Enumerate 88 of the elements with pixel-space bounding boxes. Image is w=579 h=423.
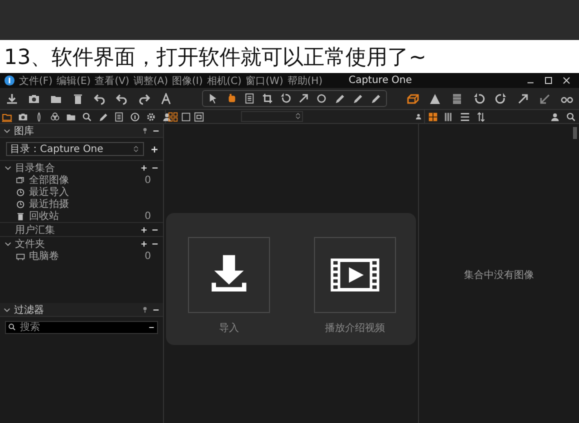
camera-tab-icon[interactable] — [18, 112, 28, 122]
search-icon[interactable] — [82, 112, 92, 122]
window-title: Capture One — [348, 75, 413, 86]
collection-item[interactable]: 回收站 — [29, 209, 141, 223]
close-icon[interactable] — [562, 76, 571, 85]
camera-icon[interactable] — [28, 92, 40, 104]
warning-icon[interactable] — [429, 92, 441, 104]
collection-item[interactable]: 最近拍摄 — [29, 197, 151, 211]
undo-icon[interactable] — [94, 92, 106, 104]
search-icon[interactable] — [566, 112, 576, 122]
list-icon[interactable] — [460, 112, 470, 122]
brush-icon[interactable] — [334, 93, 345, 104]
section-title[interactable]: 目录集合 — [15, 160, 137, 174]
person-icon[interactable] — [550, 112, 560, 122]
trash-icon[interactable] — [72, 92, 84, 104]
clock-icon — [16, 200, 25, 208]
updown-icon — [132, 145, 140, 153]
arrow-icon[interactable] — [539, 92, 551, 104]
clock-icon — [16, 188, 25, 196]
images-icon — [16, 176, 25, 184]
empty-message: 集合中没有图像 — [464, 268, 534, 282]
circle-icon[interactable] — [316, 93, 327, 104]
clear-icon[interactable] — [148, 324, 155, 331]
menu-item[interactable]: 调整(A) — [133, 74, 168, 88]
menu-item[interactable]: 编辑(E) — [56, 74, 91, 88]
settings-icon[interactable] — [146, 112, 156, 122]
chevron-icon[interactable] — [3, 306, 11, 314]
article-heading: 13、软件界面，打开软件就可以正常使用了~ — [3, 44, 428, 71]
add-icon[interactable] — [150, 144, 159, 154]
chevron-icon[interactable] — [4, 164, 12, 172]
collection-item[interactable]: 最近导入 — [29, 185, 151, 199]
panel-title: 图库 — [14, 124, 35, 138]
arrow-icon[interactable] — [517, 92, 529, 104]
app-logo-icon — [4, 75, 15, 86]
rotate-icon[interactable] — [280, 93, 291, 104]
document-icon[interactable] — [114, 112, 124, 122]
drive-icon — [16, 252, 25, 260]
updown-icon — [294, 112, 302, 120]
undo-icon[interactable] — [116, 92, 128, 104]
sort-icon[interactable] — [476, 112, 486, 122]
catalog-dropdown[interactable]: 目录：Capture One — [6, 142, 144, 156]
item-count: 0 — [144, 250, 151, 262]
columns-icon[interactable] — [444, 112, 454, 122]
single-view-icon[interactable] — [181, 112, 191, 122]
menu-item[interactable]: 图像(I) — [172, 74, 203, 88]
crop-icon[interactable] — [262, 93, 273, 104]
person-icon[interactable] — [162, 112, 172, 122]
rotate-left-icon[interactable] — [473, 92, 485, 104]
info-icon[interactable] — [130, 112, 140, 122]
menu-item[interactable]: 帮助(H) — [287, 74, 323, 88]
menu-item[interactable]: 窗口(W) — [246, 74, 284, 88]
download-icon[interactable] — [6, 92, 18, 104]
chevron-icon[interactable] — [4, 240, 12, 248]
collection-item[interactable]: 全部图像 — [29, 173, 141, 187]
folder-tab-icon[interactable] — [2, 112, 12, 122]
add-icon[interactable] — [140, 164, 148, 172]
brush-icon[interactable] — [98, 112, 108, 122]
filmstrip-icon[interactable] — [194, 112, 204, 122]
zoom-small-icon[interactable] — [415, 113, 422, 120]
grid-view-icon[interactable] — [168, 112, 178, 122]
color-icon[interactable] — [50, 112, 60, 122]
grid-view-icon[interactable] — [428, 112, 438, 122]
redo-icon[interactable] — [138, 92, 150, 104]
menu-item[interactable]: 文件(F) — [19, 74, 53, 88]
panel-title: 过滤器 — [14, 304, 45, 316]
rotate-right-icon[interactable] — [495, 92, 507, 104]
menu-item[interactable]: 相机(C) — [206, 74, 242, 88]
item-count: 0 — [144, 174, 151, 186]
maximize-icon[interactable] — [544, 76, 553, 85]
search-field[interactable]: 搜索 — [5, 321, 158, 334]
section-title[interactable]: 用户汇集 — [15, 222, 137, 236]
line-icon[interactable] — [298, 93, 309, 104]
section-title[interactable]: 文件夹 — [15, 236, 137, 250]
chevron-icon[interactable] — [3, 126, 11, 134]
scrollbar[interactable] — [573, 127, 577, 139]
hand-icon[interactable] — [226, 93, 237, 104]
item-count: 0 — [144, 210, 151, 222]
collection-item[interactable]: 电脑卷 — [29, 249, 141, 263]
add-icon[interactable] — [140, 240, 148, 248]
trash-icon — [16, 212, 25, 220]
brush-icon[interactable] — [370, 93, 381, 104]
pointer-icon[interactable] — [208, 93, 219, 104]
add-icon[interactable] — [140, 226, 148, 234]
search-icon — [8, 323, 16, 331]
text-icon[interactable] — [160, 92, 172, 104]
menu-item[interactable]: 查看(V) — [94, 74, 130, 88]
brush-icon[interactable] — [352, 93, 363, 104]
stack-icon[interactable] — [407, 92, 419, 104]
